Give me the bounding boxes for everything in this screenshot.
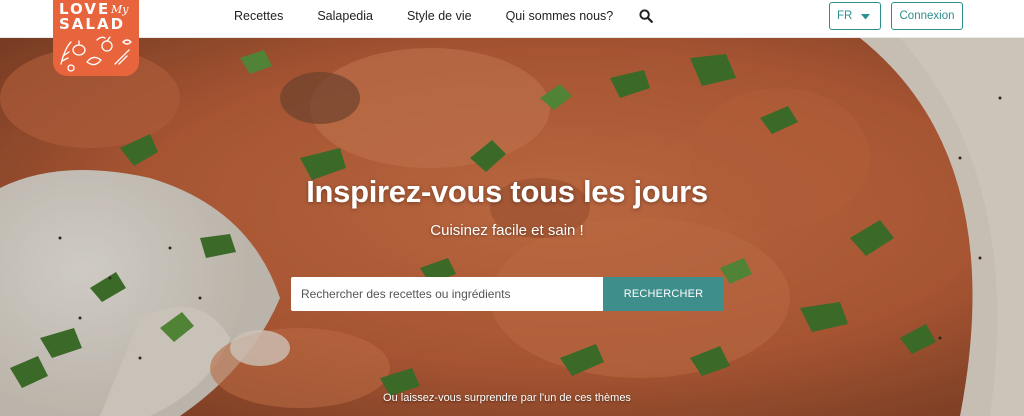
nav-item-qui-sommes-nous[interactable]: Qui sommes nous? bbox=[506, 9, 614, 23]
logo-text-salad: SALAD bbox=[59, 15, 126, 33]
themes-prompt: Ou laissez-vous surprendre par l'un de c… bbox=[383, 392, 631, 404]
login-button[interactable]: Connexion bbox=[891, 2, 963, 30]
recipe-search-input[interactable] bbox=[291, 277, 603, 311]
site-logo[interactable]: LOVE My SALAD bbox=[53, 0, 139, 76]
nav-item-salapedia[interactable]: Salapedia bbox=[317, 9, 373, 23]
hero-title: Inspirez-vous tous les jours bbox=[306, 174, 708, 209]
logo-text-my: My bbox=[111, 3, 129, 16]
main-nav: Recettes Salapedia Style de vie Qui somm… bbox=[234, 0, 654, 32]
hero-subtitle: Cuisinez facile et sain ! bbox=[430, 222, 584, 239]
language-select[interactable]: FR bbox=[829, 2, 881, 30]
nav-item-style-de-vie[interactable]: Style de vie bbox=[407, 9, 472, 23]
language-selected: FR bbox=[837, 10, 853, 22]
search-button[interactable]: RECHERCHER bbox=[603, 277, 724, 311]
recipe-search-form: RECHERCHER bbox=[291, 277, 724, 311]
nav-item-recettes[interactable]: Recettes bbox=[234, 9, 283, 23]
site-header: Recettes Salapedia Style de vie Qui somm… bbox=[0, 0, 1024, 38]
chevron-down-icon bbox=[861, 14, 870, 20]
search-icon[interactable] bbox=[639, 9, 654, 23]
hero-section: Inspirez-vous tous les jours Cuisinez fa… bbox=[0, 38, 1024, 416]
vegetable-illustration-icon bbox=[60, 36, 132, 72]
